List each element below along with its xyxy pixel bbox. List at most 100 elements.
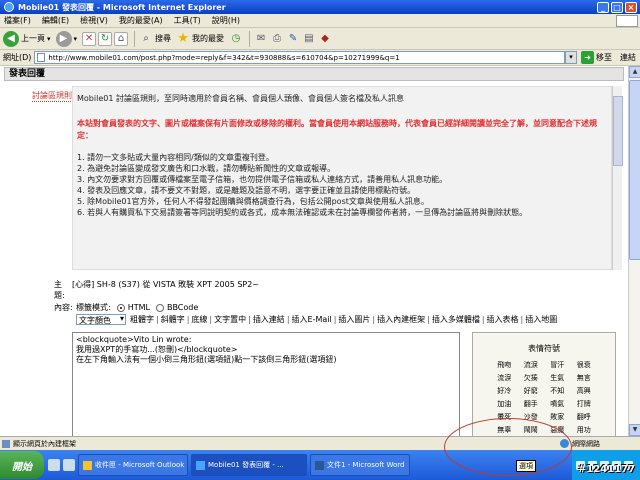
- italic-link[interactable]: 斜體字: [161, 314, 185, 325]
- emoticon-item[interactable]: 流淚: [491, 373, 518, 383]
- menu-file[interactable]: 檔案(F): [4, 15, 31, 26]
- menu-edit[interactable]: 編輯(E): [42, 15, 69, 26]
- start-button[interactable]: 開始: [0, 451, 44, 479]
- menu-bar: 檔案(F) 編輯(E) 檢視(V) 我的最愛(A) 工具(T) 說明(H): [0, 14, 640, 28]
- minimize-button[interactable]: _: [597, 1, 609, 13]
- address-bar: 網址(D) http://www.mobile01.com/post.php?m…: [0, 50, 640, 66]
- insert-link-link[interactable]: 插入連結: [253, 314, 285, 325]
- underline-link[interactable]: 底線: [191, 314, 207, 325]
- insert-table-link[interactable]: 插入表格: [487, 314, 519, 325]
- rules-scroll-thumb[interactable]: [613, 96, 623, 166]
- go-button[interactable]: ➜ 移至: [581, 51, 612, 64]
- stop-icon[interactable]: ✕: [82, 31, 97, 46]
- insert-map-link[interactable]: 插入地圖: [525, 314, 557, 325]
- emoticon-item[interactable]: 打牌: [571, 399, 598, 409]
- emoticon-item[interactable]: 高興: [571, 386, 598, 396]
- menu-favorites[interactable]: 我的最愛(A): [119, 15, 163, 26]
- format-label: 標籤模式:: [76, 303, 111, 312]
- page-scrollbar[interactable]: ▲ ▼: [628, 66, 640, 436]
- scroll-down-icon[interactable]: ▼: [629, 424, 640, 436]
- insert-iframe-link[interactable]: 插入內建框架: [377, 314, 425, 325]
- center-link[interactable]: 文字置中: [214, 314, 246, 325]
- task-ie[interactable]: Mobile01 發表回覆 - ...: [191, 454, 307, 476]
- standard-toolbar: ◀ 上一頁 ▾ ▶ ▾ ✕ ↻ ⌂ ⌕ 搜尋 ★ 我的最愛 ◷ ✉ ⎙ ✎ ▤ …: [0, 28, 640, 50]
- search-label: 搜尋: [155, 34, 172, 43]
- editor-line: <blockquote>Vito Lin wrote:: [76, 335, 192, 344]
- quick-launch-ie-icon[interactable]: [48, 459, 60, 471]
- forward-button[interactable]: ▶ ▾: [55, 30, 78, 47]
- back-button[interactable]: ◀ 上一頁 ▾: [3, 30, 51, 47]
- maximize-button[interactable]: □: [611, 1, 623, 13]
- emoticon-item[interactable]: 噴氣: [544, 399, 571, 409]
- emoticon-item[interactable]: 好冷: [491, 386, 518, 396]
- emoticon-item[interactable]: 翻呼: [571, 412, 598, 422]
- bold-link[interactable]: 粗體字: [130, 314, 154, 325]
- links-button[interactable]: 連結: [620, 52, 636, 63]
- emoticon-item[interactable]: 翻手: [518, 399, 545, 409]
- task-outlook-label: 收件匣 - Microsoft Outlook: [95, 461, 185, 469]
- emoticon-item[interactable]: 很衰: [571, 360, 598, 370]
- bbcode-radio[interactable]: [155, 303, 164, 312]
- emoticon-item[interactable]: 生氣: [544, 373, 571, 383]
- forward-dropdown-icon[interactable]: ▾: [74, 35, 78, 43]
- quick-launch-desktop-icon[interactable]: [63, 459, 75, 471]
- home-icon[interactable]: ⌂: [114, 31, 129, 46]
- emoticon-item[interactable]: 欠揍: [518, 373, 545, 383]
- menu-help[interactable]: 說明(H): [212, 15, 240, 26]
- emoticon-item[interactable]: 好窮: [518, 386, 545, 396]
- search-button[interactable]: ⌕ 搜尋: [139, 32, 171, 46]
- mail-icon[interactable]: ✉: [254, 32, 268, 46]
- go-arrow-icon: ➜: [581, 51, 594, 64]
- history-icon[interactable]: ◷: [229, 32, 243, 46]
- zone-label: 網際網路: [572, 439, 600, 448]
- back-label: 上一頁: [21, 34, 45, 43]
- insert-image-link[interactable]: 插入圖片: [338, 314, 370, 325]
- address-dropdown-icon[interactable]: ▾: [565, 51, 577, 64]
- rules-item: 1. 請勿一文多貼或大量內容相同/類似的文章重複刊登。: [77, 153, 274, 162]
- discuss-icon[interactable]: ▤: [302, 32, 316, 46]
- scroll-up-icon[interactable]: ▲: [629, 66, 640, 78]
- format-row: 標籤模式: HTML BBCode: [76, 302, 198, 313]
- emoticon-item[interactable]: 冒汗: [544, 360, 571, 370]
- task-outlook[interactable]: 收件匣 - Microsoft Outlook: [78, 454, 188, 476]
- print-icon[interactable]: ⎙: [270, 32, 284, 46]
- favorites-label: 我的最愛: [192, 34, 225, 43]
- close-button[interactable]: ×: [625, 1, 637, 13]
- html-radio-label: HTML: [127, 303, 150, 312]
- rules-item: 3. 內文勿要求對方回覆或傳檔案至電子信箱，也勿提供電子信箱或私人連絡方式，請善…: [77, 175, 448, 184]
- page-scroll-thumb[interactable]: [629, 80, 640, 260]
- emoticon-item[interactable]: 不知: [544, 386, 571, 396]
- address-input[interactable]: http://www.mobile01.com/post.php?mode=re…: [34, 51, 565, 64]
- emoticon-item[interactable]: 無言: [571, 373, 598, 383]
- rules-scrollbar[interactable]: [612, 86, 623, 270]
- content-textarea[interactable]: <blockquote>Vito Lin wrote: 我用過XPT的手寫功..…: [72, 332, 460, 436]
- insert-email-link[interactable]: 插入E-Mail: [292, 314, 332, 325]
- emoticon-item[interactable]: 流淚: [518, 360, 545, 370]
- favorites-button[interactable]: ★ 我的最愛: [176, 31, 225, 46]
- emoticon-item[interactable]: 用功: [571, 425, 598, 435]
- page-content: 發表回覆 討論區規則: Mobile01 討論區規則，至同時適用於會員名稱、會員…: [0, 66, 628, 436]
- menu-tools[interactable]: 工具(T): [174, 15, 201, 26]
- rules-link[interactable]: 討論區規則:: [32, 90, 75, 102]
- messenger-icon[interactable]: ◆: [318, 32, 332, 46]
- text-color-select[interactable]: 文字顏色: [76, 314, 126, 325]
- subject-row: 主題: [心得] SH-8 (S37) 從 VISTA 敗裝 XPT 2005 …: [54, 279, 259, 301]
- rules-title: Mobile01 討論區規則，至同時適用於會員名稱、會員個人頭像、會員個人簽名檔…: [77, 94, 404, 103]
- emoticon-item[interactable]: 敗家: [544, 412, 571, 422]
- insert-media-link[interactable]: 插入多媒體檔: [432, 314, 480, 325]
- task-word[interactable]: 文件1 - Microsoft Word: [310, 454, 410, 476]
- refresh-icon[interactable]: ↻: [98, 31, 113, 46]
- rules-item: 4. 發表及回應文章，請不要文不對題，或是離題及語意不明，選字要正確並且請使用標…: [77, 186, 416, 195]
- back-dropdown-icon[interactable]: ▾: [47, 35, 51, 43]
- window-title: Mobile01 發表回覆 - Microsoft Internet Explo…: [18, 2, 226, 12]
- html-radio[interactable]: [116, 303, 125, 312]
- emoticon-item[interactable]: 加油: [491, 399, 518, 409]
- content-label: 內容:: [54, 303, 73, 312]
- rules-item: 6. 若與人有購買私下交易請簽署等同說明契約或各式，成本無法確認或未在討論專欄發…: [77, 208, 528, 217]
- rules-warning: 本站對會員發表的文字、圖片或檔案保有片面修改或移除的權利。當會員使用本網站服務時…: [77, 119, 597, 140]
- emoticon-title: 表情符號: [528, 344, 560, 353]
- menu-view[interactable]: 檢視(V): [80, 15, 108, 26]
- edit-icon[interactable]: ✎: [286, 32, 300, 46]
- rules-item: 5. 除Mobile01官方外，任何人不得發起團購與價格調查行為，包括公開pos…: [77, 197, 429, 206]
- emoticon-item[interactable]: 飛吻: [491, 360, 518, 370]
